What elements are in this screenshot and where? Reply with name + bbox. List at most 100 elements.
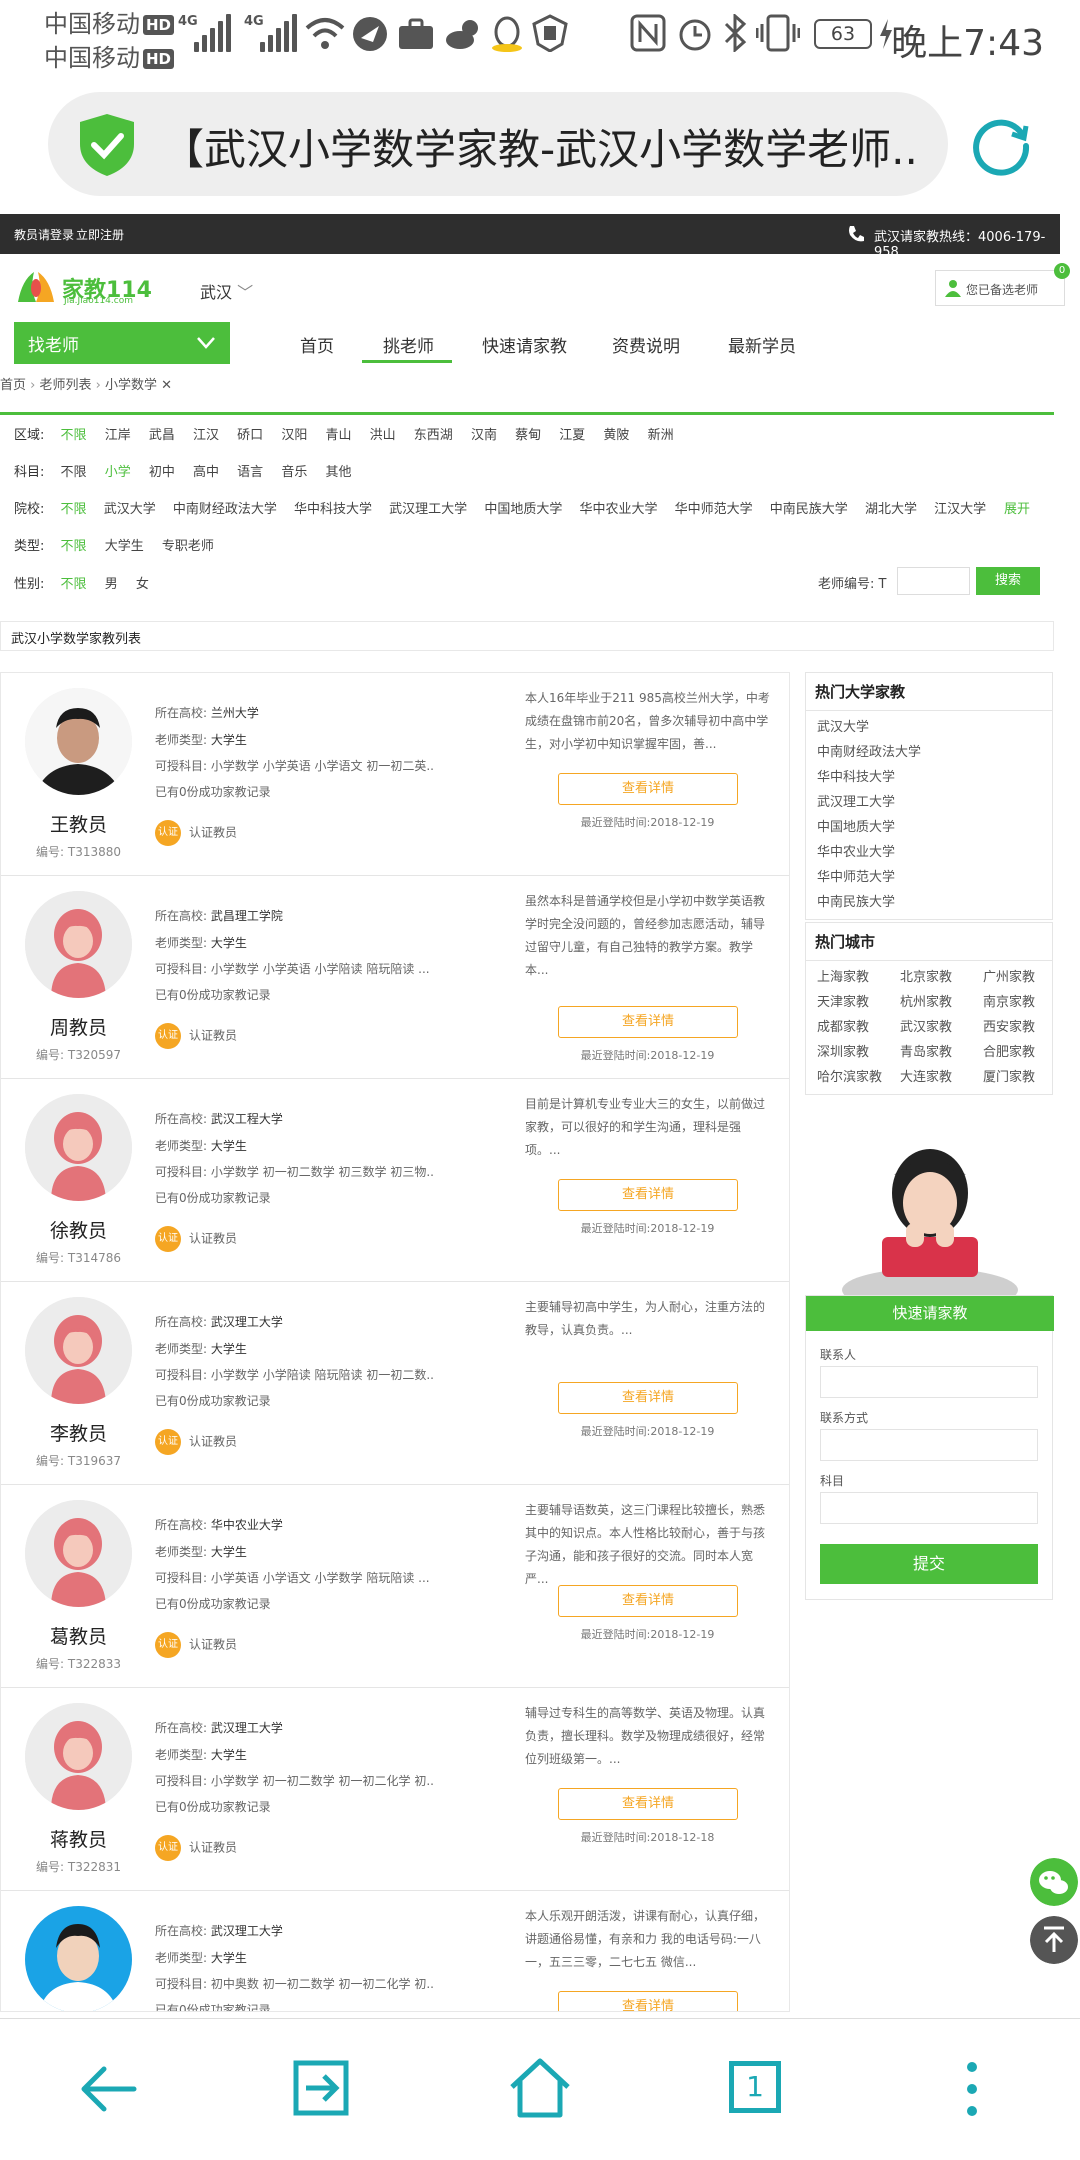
subject-option[interactable]: 不限	[61, 465, 87, 480]
teacher-name[interactable]: 王教员	[1, 810, 156, 837]
area-option[interactable]: 青山	[325, 428, 351, 443]
hot-university-link[interactable]: 中国地质大学	[806, 815, 1052, 840]
close-icon[interactable]: ✕	[161, 378, 172, 393]
city-selector[interactable]: 武汉 ﹀	[200, 279, 253, 303]
teacher-number-input[interactable]	[897, 567, 970, 595]
hot-city-link[interactable]: 大连家教	[900, 1066, 983, 1089]
teacher-card[interactable]: 徐教员 编号: T314786 所在高校: 武汉工程大学 老师类型: 大学生 可授科目:…	[1, 1079, 789, 1282]
phone-input[interactable]	[820, 1429, 1038, 1461]
teacher-name[interactable]: 李教员	[1, 1419, 156, 1446]
hot-city-link[interactable]: 武汉家教	[900, 1016, 983, 1039]
hot-university-link[interactable]: 武汉理工大学	[806, 790, 1052, 815]
teacher-avatar[interactable]	[25, 688, 132, 795]
view-details-button[interactable]: 查看详情	[558, 1991, 738, 2011]
wechat-icon[interactable]	[1030, 1858, 1078, 1906]
hot-university-link[interactable]: 中南财经政法大学	[806, 740, 1052, 765]
teacher-avatar[interactable]	[25, 891, 132, 998]
hot-city-link[interactable]: 西安家教	[983, 1016, 1063, 1039]
hot-university-link[interactable]: 华中科技大学	[806, 765, 1052, 790]
type-option[interactable]: 不限	[61, 539, 87, 554]
teacher-avatar[interactable]	[25, 1703, 132, 1810]
back-arrow-icon[interactable]	[78, 2059, 138, 2119]
register-link[interactable]: 立即注册	[76, 226, 124, 243]
breadcrumb-home[interactable]: 首页	[0, 378, 26, 393]
area-option[interactable]: 东西湖	[414, 428, 453, 443]
school-option[interactable]: 武汉大学	[104, 502, 156, 517]
nav-latest-students[interactable]: 最新学员	[728, 332, 796, 357]
view-details-button[interactable]: 查看详情	[558, 1382, 738, 1414]
view-details-button[interactable]: 查看详情	[558, 1006, 738, 1038]
home-icon[interactable]	[508, 2057, 572, 2121]
type-option[interactable]: 大学生	[105, 539, 144, 554]
breadcrumb-list[interactable]: 老师列表	[40, 378, 92, 393]
teacher-card[interactable]: 周教员 编号: T320597 所在高校: 武昌理工学院 老师类型: 大学生 可授科目:…	[1, 876, 789, 1079]
contact-input[interactable]	[820, 1366, 1038, 1398]
menu-dots-icon[interactable]	[962, 2059, 982, 2119]
school-option[interactable]: 湖北大学	[865, 502, 917, 517]
page-title[interactable]: 【武汉小学数学家教-武汉小学数学老师...	[162, 116, 922, 177]
submit-button[interactable]: 提交	[820, 1544, 1038, 1584]
teacher-avatar[interactable]	[25, 1094, 132, 1201]
expand-schools-link[interactable]: 展开	[1004, 498, 1030, 517]
teacher-name[interactable]: 周教员	[1, 1013, 156, 1040]
subject-input[interactable]	[820, 1492, 1038, 1524]
hot-university-link[interactable]: 华中农业大学	[806, 840, 1052, 865]
view-details-button[interactable]: 查看详情	[558, 773, 738, 805]
school-option[interactable]: 不限	[61, 502, 87, 517]
teacher-card[interactable]: 李教员 编号: T319637 所在高校: 武汉理工大学 老师类型: 大学生 可授科目:…	[1, 1282, 789, 1485]
hot-city-link[interactable]: 天津家教	[817, 991, 900, 1014]
school-option[interactable]: 中南财经政法大学	[173, 502, 277, 517]
area-option[interactable]: 汉南	[471, 428, 497, 443]
teacher-name[interactable]: 蒋教员	[1, 1825, 156, 1852]
area-option[interactable]: 硚口	[237, 428, 263, 443]
nav-quick-request[interactable]: 快速请家教	[482, 332, 567, 357]
back-to-top-icon[interactable]	[1030, 1916, 1078, 1964]
hot-city-link[interactable]: 深圳家教	[817, 1041, 900, 1064]
teacher-card[interactable]: 所在高校: 武汉理工大学 老师类型: 大学生 可授科目: 初中奥数 初一初二数学 初…	[1, 1891, 789, 2011]
teacher-card[interactable]: 葛教员 编号: T322833 所在高校: 华中农业大学 老师类型: 大学生 可授科目:…	[1, 1485, 789, 1688]
area-option[interactable]: 黄陂	[603, 428, 629, 443]
area-option[interactable]: 新洲	[648, 428, 674, 443]
hot-city-link[interactable]: 南京家教	[983, 991, 1063, 1014]
teacher-name[interactable]: 葛教员	[1, 1622, 156, 1649]
teacher-avatar[interactable]	[25, 1906, 132, 2011]
school-option[interactable]: 华中师范大学	[675, 502, 753, 517]
hot-university-link[interactable]: 中南民族大学	[806, 890, 1052, 915]
nav-pricing[interactable]: 资费说明	[612, 332, 680, 357]
school-option[interactable]: 华中科技大学	[294, 502, 372, 517]
gender-option[interactable]: 不限	[61, 577, 87, 592]
login-link[interactable]: 教员请登录	[14, 226, 74, 243]
reload-icon[interactable]	[968, 112, 1034, 178]
search-button[interactable]: 搜索	[976, 567, 1040, 595]
area-option[interactable]: 洪山	[370, 428, 396, 443]
hot-city-link[interactable]: 青岛家教	[900, 1041, 983, 1064]
view-details-button[interactable]: 查看详情	[558, 1585, 738, 1617]
subject-option[interactable]: 语言	[237, 465, 263, 480]
view-details-button[interactable]: 查看详情	[558, 1788, 738, 1820]
find-teacher-dropdown[interactable]: 找老师	[14, 322, 230, 364]
teacher-card[interactable]: 蒋教员 编号: T322831 所在高校: 武汉理工大学 老师类型: 大学生 可授科目:…	[1, 1688, 789, 1891]
area-option[interactable]: 蔡甸	[515, 428, 541, 443]
hot-city-link[interactable]: 杭州家教	[900, 991, 983, 1014]
area-option[interactable]: 汉阳	[281, 428, 307, 443]
hot-university-link[interactable]: 武汉大学	[806, 715, 1052, 740]
subject-option[interactable]: 高中	[193, 465, 219, 480]
school-option[interactable]: 江汉大学	[934, 502, 986, 517]
hot-city-link[interactable]: 北京家教	[900, 966, 983, 989]
hot-city-link[interactable]: 上海家教	[817, 966, 900, 989]
subject-option[interactable]: 音乐	[281, 465, 307, 480]
hot-city-link[interactable]: 合肥家教	[983, 1041, 1063, 1064]
school-option[interactable]: 中国地质大学	[484, 502, 562, 517]
subject-option[interactable]: 小学	[105, 465, 131, 480]
nav-home[interactable]: 首页	[300, 332, 334, 357]
subject-option[interactable]: 其他	[325, 465, 351, 480]
area-option[interactable]: 江岸	[105, 428, 131, 443]
teacher-name[interactable]: 徐教员	[1, 1216, 156, 1243]
school-option[interactable]: 武汉理工大学	[389, 502, 467, 517]
nav-pick-teacher[interactable]: 挑老师	[383, 332, 434, 357]
hot-city-link[interactable]: 厦门家教	[983, 1066, 1063, 1089]
area-option[interactable]: 江汉	[193, 428, 219, 443]
selected-teachers-button[interactable]: 您已备选老师 0	[935, 263, 1070, 306]
gender-option[interactable]: 女	[136, 577, 149, 592]
view-details-button[interactable]: 查看详情	[558, 1179, 738, 1211]
